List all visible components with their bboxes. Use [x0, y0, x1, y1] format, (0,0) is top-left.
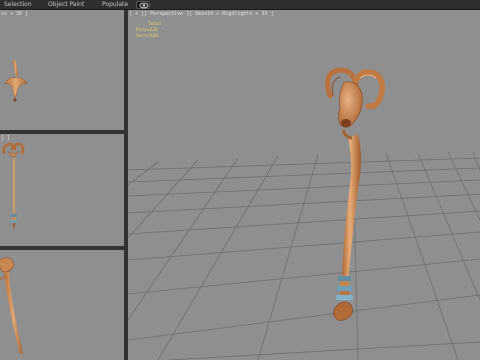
viewport-left[interactable] — [0, 250, 124, 360]
staff-top-view — [3, 60, 29, 102]
menu-object-paint[interactable]: Object Paint — [48, 1, 84, 9]
menu-populate[interactable]: Populate — [102, 1, 128, 9]
visibility-toggle[interactable] — [136, 1, 150, 9]
eye-icon — [139, 2, 149, 9]
viewport-front[interactable]: [ ] — [0, 134, 124, 246]
viewport-top[interactable]: ss + 3X ] — [0, 10, 124, 130]
staff-left-view — [0, 257, 23, 354]
viewport-perspective[interactable]: [ + ][ Perspective ][ Smooth + Highlight… — [128, 10, 480, 360]
staff-front-view — [2, 142, 25, 230]
staff-head — [325, 67, 385, 140]
menu-selection[interactable]: Selection — [4, 1, 32, 9]
staff-shaft — [341, 134, 361, 300]
staff-bottom — [333, 276, 353, 321]
menu-bar: Selection Object Paint Populate — [0, 0, 480, 10]
ground-grid — [128, 151, 480, 360]
perspective-scene — [128, 67, 480, 360]
